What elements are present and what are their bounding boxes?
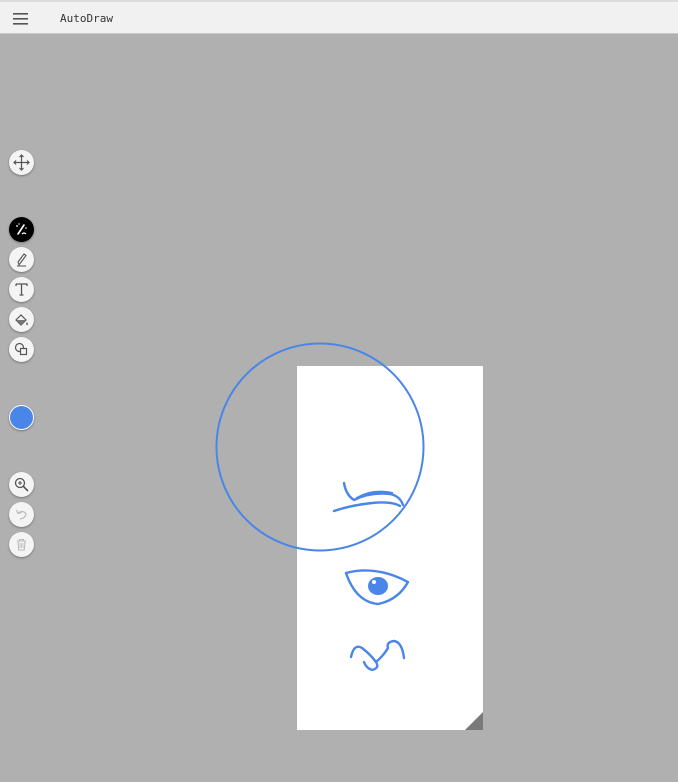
app-title: AutoDraw bbox=[60, 12, 113, 25]
autodraw-tool-button[interactable] bbox=[9, 217, 34, 242]
autodraw-icon bbox=[16, 223, 27, 235]
drawing-paper[interactable] bbox=[297, 366, 483, 730]
zoom-in-icon bbox=[14, 477, 29, 492]
text-tool-button[interactable] bbox=[9, 277, 34, 302]
resize-handle[interactable] bbox=[465, 712, 483, 730]
pencil-icon bbox=[17, 253, 27, 267]
shape-tool-button[interactable] bbox=[9, 337, 34, 362]
undo-button[interactable] bbox=[9, 502, 34, 527]
color-picker-button[interactable] bbox=[9, 405, 34, 430]
menu-icon[interactable] bbox=[11, 10, 30, 27]
delete-button[interactable] bbox=[9, 532, 34, 557]
zoom-tool-button[interactable] bbox=[9, 472, 34, 497]
text-icon bbox=[15, 283, 28, 296]
fill-bucket-icon bbox=[15, 314, 28, 326]
top-bar: AutoDraw bbox=[0, 0, 678, 34]
shape-icon bbox=[14, 342, 28, 356]
trash-icon bbox=[17, 538, 26, 551]
fill-tool-button[interactable] bbox=[9, 307, 34, 332]
undo-icon bbox=[15, 509, 27, 520]
move-tool-button[interactable] bbox=[9, 150, 34, 175]
move-icon bbox=[13, 154, 30, 171]
draw-tool-button[interactable] bbox=[9, 247, 34, 272]
